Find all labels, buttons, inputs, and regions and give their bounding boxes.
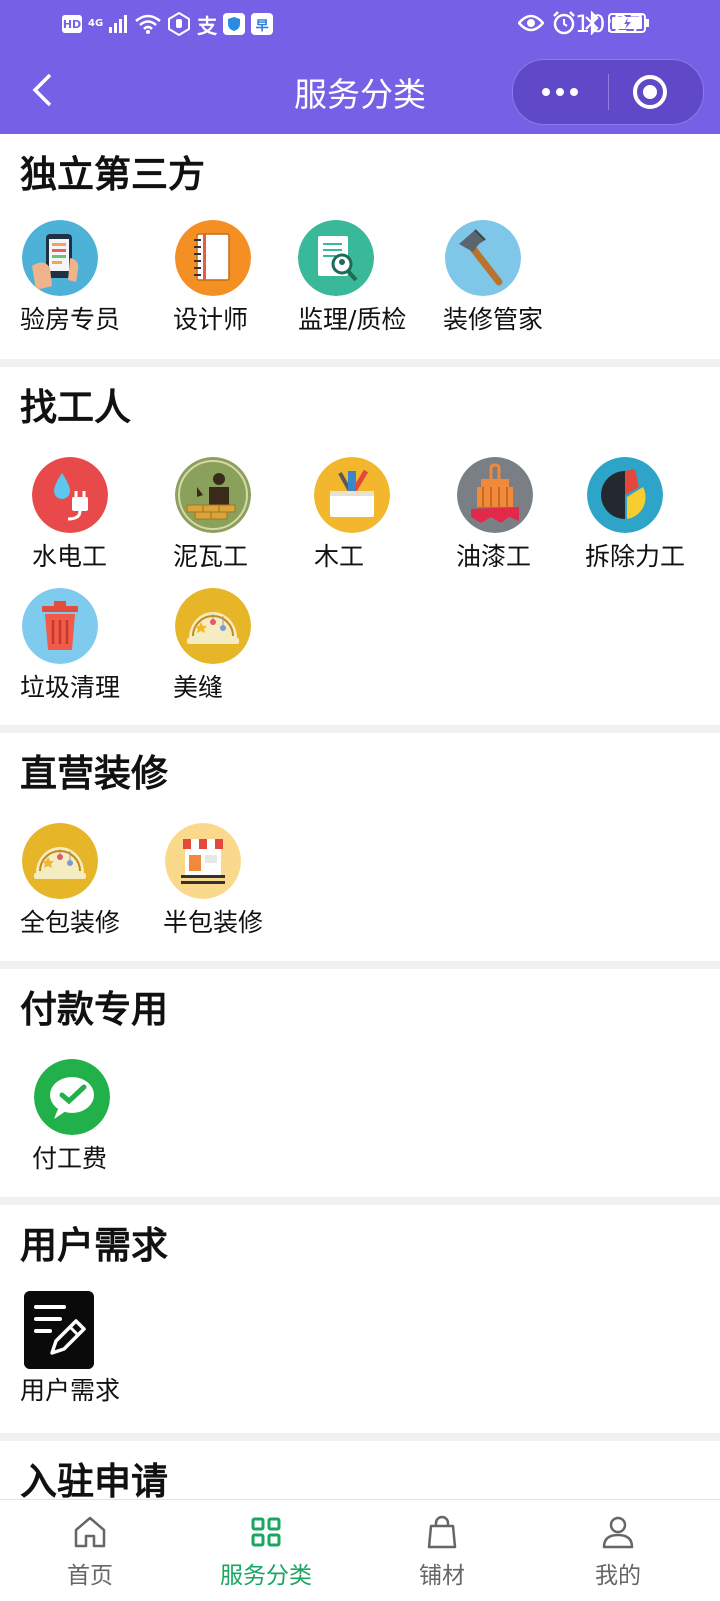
toolbox-icon <box>314 457 390 533</box>
notebook-icon <box>175 220 251 296</box>
grid-icon <box>251 1517 281 1547</box>
app-badge: 早 <box>251 13 274 35</box>
service-label: 用户需求 <box>20 1376 121 1405</box>
service-label: 泥瓦工 <box>173 542 249 571</box>
tab-service-category[interactable]: 服务分类 <box>176 1500 356 1600</box>
tab-label: 我的 <box>595 1563 641 1589</box>
service-item-house-inspector[interactable]: 验房专员 <box>20 220 160 335</box>
service-item-tile-grout[interactable]: 美缝 <box>173 588 313 703</box>
signal-icon <box>109 15 128 33</box>
eye-icon <box>518 14 544 32</box>
tab-mine[interactable]: 我的 <box>528 1500 708 1600</box>
service-item-pay-labor-fee[interactable]: 付工费 <box>32 1059 172 1174</box>
section-payment: 付款专用 付工费 <box>0 969 720 1197</box>
service-label: 半包装修 <box>163 908 264 937</box>
tab-label: 服务分类 <box>220 1563 312 1589</box>
status-bar: HD 4G 支 早 10:27 <box>0 0 720 48</box>
alipay-badge: 支 <box>197 13 218 38</box>
service-item-garbage-cleanup[interactable]: 垃圾清理 <box>20 588 160 703</box>
tab-home[interactable]: 首页 <box>0 1500 180 1600</box>
service-label: 设计师 <box>173 305 249 334</box>
trash-bin-icon <box>22 588 98 664</box>
alarm-icon <box>553 11 575 35</box>
service-label: 油漆工 <box>456 542 532 571</box>
service-label: 垃圾清理 <box>20 673 121 702</box>
helmet-icon <box>22 823 98 899</box>
section-title: 直营装修 <box>20 752 168 795</box>
storefront-icon <box>165 823 241 899</box>
section-join-application: 入驻申请 <box>0 1441 720 1499</box>
service-label: 监理/质检 <box>298 305 407 334</box>
service-item-half-renovation[interactable]: 半包装修 <box>163 823 303 938</box>
service-item-supervisor[interactable]: 监理/质检 <box>298 220 438 335</box>
close-miniprogram-button[interactable] <box>633 75 667 109</box>
service-label: 装修管家 <box>443 305 544 334</box>
helmet-icon <box>175 588 251 664</box>
service-label: 美缝 <box>173 673 224 702</box>
wechat-pay-icon <box>34 1059 110 1135</box>
hammer-icon <box>445 220 521 296</box>
home-icon <box>74 1516 106 1548</box>
section-independent-third-party: 独立第三方 验房专员 设计师 监理/质检 装修管家 <box>0 134 720 359</box>
service-item-demolition[interactable]: 拆除力工 <box>585 457 720 572</box>
more-dot-icon <box>542 88 550 96</box>
section-title: 找工人 <box>20 386 131 429</box>
paint-brush-icon <box>457 457 533 533</box>
service-item-painter[interactable]: 油漆工 <box>456 457 596 572</box>
service-item-mason[interactable]: 泥瓦工 <box>173 457 313 572</box>
category-list[interactable]: 独立第三方 验房专员 设计师 监理/质检 装修管家 找工人 水电工 泥瓦工 木工… <box>0 134 720 1499</box>
user-icon <box>602 1516 634 1549</box>
shopping-bag-icon <box>427 1515 457 1549</box>
document-inspect-icon <box>298 220 374 296</box>
section-title: 付款专用 <box>20 988 168 1031</box>
hd-badge: HD <box>62 15 82 33</box>
service-label: 水电工 <box>32 542 108 571</box>
status-icons-left: HD 4G 支 早 <box>62 10 274 38</box>
service-item-designer[interactable]: 设计师 <box>173 220 313 335</box>
capsule-divider <box>608 74 609 110</box>
hand-icon <box>168 12 191 36</box>
demolition-icon <box>587 457 663 533</box>
service-label: 付工费 <box>32 1144 108 1173</box>
tab-materials[interactable]: 铺材 <box>352 1500 532 1600</box>
service-label: 验房专员 <box>20 305 121 334</box>
tab-label: 首页 <box>67 1563 113 1589</box>
section-title: 入驻申请 <box>20 1460 168 1499</box>
bottom-tab-bar: 首页 服务分类 铺材 我的 <box>0 1499 720 1601</box>
bricklayer-icon <box>175 457 251 533</box>
section-user-needs: 用户需求 用户需求 <box>0 1205 720 1433</box>
water-plug-icon <box>32 457 108 533</box>
network-type: 4G <box>88 18 104 29</box>
more-dot-icon <box>570 88 578 96</box>
section-title: 用户需求 <box>20 1224 168 1267</box>
tab-label: 铺材 <box>419 1563 465 1589</box>
status-time: 10:27 <box>574 10 644 38</box>
note-edit-icon <box>24 1291 94 1369</box>
wifi-icon <box>135 14 161 34</box>
section-title: 独立第三方 <box>20 153 205 196</box>
service-label: 拆除力工 <box>585 542 686 571</box>
miniprogram-capsule <box>512 59 704 125</box>
service-item-plumber-electrician[interactable]: 水电工 <box>30 457 170 572</box>
service-item-user-request[interactable]: 用户需求 <box>20 1291 160 1406</box>
service-label: 全包装修 <box>20 908 121 937</box>
section-find-workers: 找工人 水电工 泥瓦工 木工 油漆工 拆除力工 垃圾清理 美缝 <box>0 367 720 725</box>
more-button[interactable] <box>513 60 607 124</box>
service-item-full-renovation[interactable]: 全包装修 <box>20 823 160 938</box>
more-dot-icon <box>556 88 564 96</box>
section-direct-renovation: 直营装修 全包装修 半包装修 <box>0 733 720 961</box>
service-label: 木工 <box>314 542 365 571</box>
phone-checklist-icon <box>22 220 98 296</box>
service-item-carpenter[interactable]: 木工 <box>314 457 454 572</box>
shield-app-icon <box>223 13 246 35</box>
header-bar: HD 4G 支 早 10:27 服务分类 <box>0 0 720 134</box>
service-item-renovation-manager[interactable]: 装修管家 <box>443 220 583 335</box>
